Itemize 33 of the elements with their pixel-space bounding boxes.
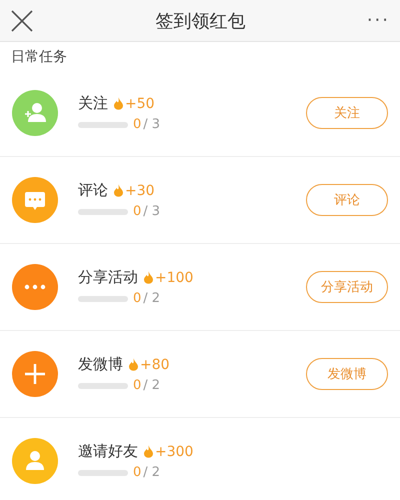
page-title: 签到领红包 [155, 10, 246, 32]
flame-icon [144, 445, 153, 458]
progress-count: 0 [133, 204, 142, 219]
reward-points: +30 [125, 182, 155, 198]
more-button[interactable]: ··· [366, 10, 390, 31]
reward-points: +80 [140, 356, 170, 372]
task-button[interactable]: 分享活动 [306, 271, 388, 303]
task-name: 评论 [78, 181, 108, 200]
task-name: 发微博 [78, 355, 123, 374]
task-name: 邀请好友 [78, 442, 138, 461]
progress-total: / 2 [143, 465, 160, 480]
task-name: 关注 [78, 94, 108, 113]
task-button[interactable]: 关注 [306, 97, 388, 129]
reward-points: +50 [125, 96, 155, 112]
progress-count: 0 [133, 465, 142, 480]
progress-count: 0 [133, 117, 142, 132]
reward-points: +300 [155, 444, 194, 460]
progress-total: / 3 [143, 117, 160, 132]
reward-points: +100 [155, 270, 194, 286]
progress-count: 0 [133, 378, 142, 393]
close-icon[interactable] [10, 8, 34, 32]
flame-icon [144, 271, 153, 284]
flame-icon [129, 358, 138, 371]
progress-total: / 2 [143, 291, 160, 306]
task-button[interactable]: 发微博 [306, 358, 388, 390]
task-button[interactable]: 评论 [306, 184, 388, 216]
section-title: 日常任务 [10, 48, 68, 67]
flame-icon [114, 184, 123, 197]
progress-total: / 3 [143, 204, 160, 219]
progress-count: 0 [133, 291, 142, 306]
flame-icon [114, 97, 123, 110]
progress-total: / 2 [143, 378, 160, 393]
task-name: 分享活动 [78, 268, 138, 287]
